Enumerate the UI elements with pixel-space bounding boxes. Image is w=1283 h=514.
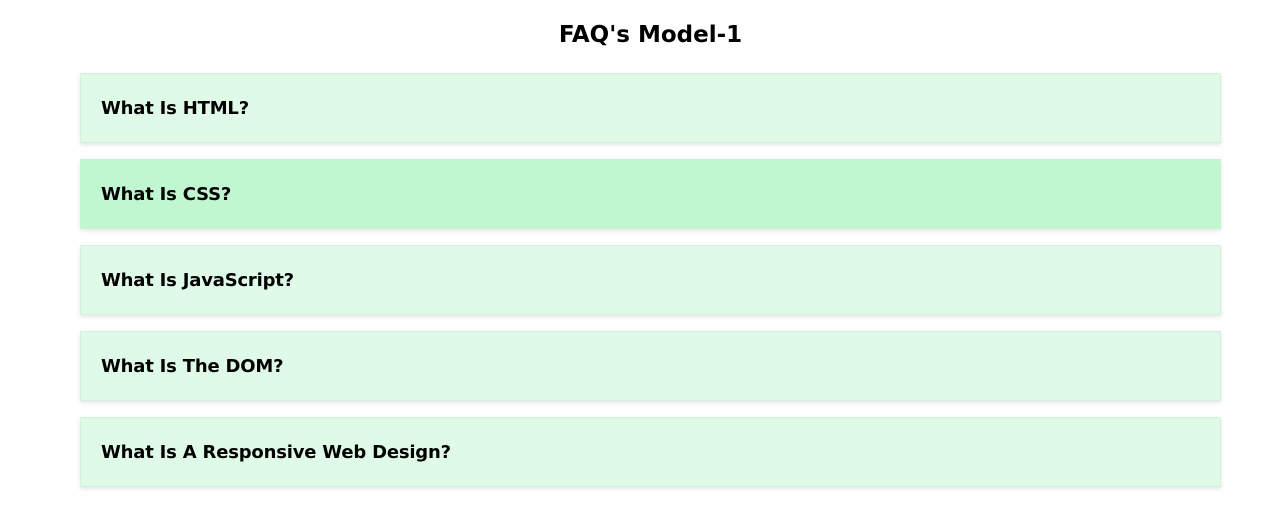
faq-item-responsive-web-design[interactable]: What Is A Responsive Web Design? (80, 417, 1221, 487)
faq-question: What Is CSS? (101, 183, 232, 205)
faq-item-html[interactable]: What Is HTML? (80, 73, 1221, 143)
page-title: FAQ's Model-1 (558, 22, 743, 48)
faq-question: What Is A Responsive Web Design? (101, 441, 451, 463)
faq-page: FAQ's Model-1 What Is HTML? What Is CSS?… (0, 0, 1283, 514)
faq-question: What Is The DOM? (101, 355, 284, 377)
faq-question: What Is JavaScript? (101, 269, 294, 291)
faq-question: What Is HTML? (101, 97, 249, 119)
faq-list: What Is HTML? What Is CSS? What Is JavaS… (80, 73, 1221, 503)
faq-item-css[interactable]: What Is CSS? (80, 159, 1221, 229)
faq-item-dom[interactable]: What Is The DOM? (80, 331, 1221, 401)
faq-item-javascript[interactable]: What Is JavaScript? (80, 245, 1221, 315)
